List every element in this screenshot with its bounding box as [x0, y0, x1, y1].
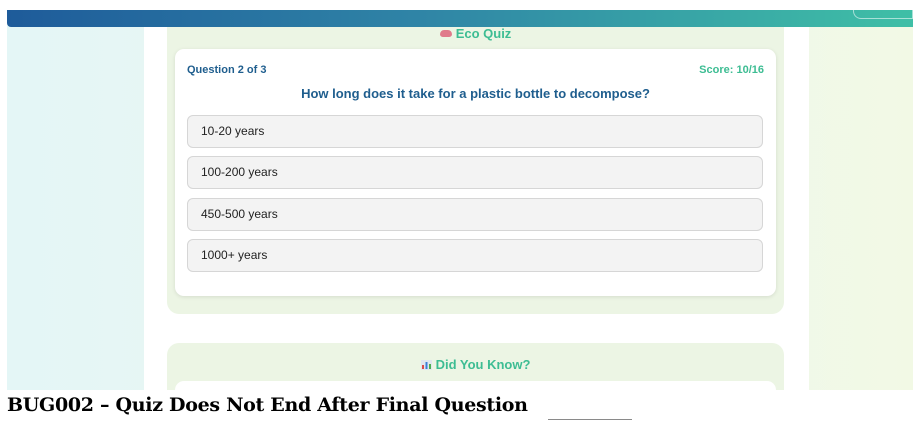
top-nav-bar: [7, 10, 913, 27]
question-text: How long does it take for a plastic bott…: [301, 86, 650, 101]
answer-option[interactable]: 10-20 years: [187, 115, 763, 148]
answer-option[interactable]: 1000+ years: [187, 239, 763, 272]
question-counter: Question 2 of 3: [187, 64, 267, 76]
screenshot: Eco Quiz Question 2 of 3 Score: 10/16 Ho…: [7, 10, 913, 390]
nav-button[interactable]: [853, 10, 913, 19]
did-you-know-title: Did You Know?: [167, 357, 784, 372]
quiz-card: Question 2 of 3 Score: 10/16 How long do…: [175, 49, 776, 296]
brain-icon: [439, 30, 452, 37]
did-you-know-section: Did You Know?: [167, 343, 784, 390]
answer-option[interactable]: 100-200 years: [187, 156, 763, 189]
main-column: Eco Quiz Question 2 of 3 Score: 10/16 Ho…: [144, 27, 809, 390]
answer-option[interactable]: 450-500 years: [187, 198, 763, 231]
fact-card: [175, 381, 776, 390]
quiz-title: Eco Quiz: [167, 27, 784, 41]
quiz-title-text: Eco Quiz: [455, 26, 512, 41]
caption-underline: [548, 419, 632, 420]
bug-caption: BUG002 – Quiz Does Not End After Final Q…: [7, 394, 528, 416]
did-you-know-text: Did You Know?: [435, 357, 531, 372]
quiz-section: Eco Quiz Question 2 of 3 Score: 10/16 Ho…: [167, 27, 784, 314]
bar-chart-icon: [420, 360, 432, 370]
score-display: Score: 10/16: [699, 64, 764, 76]
